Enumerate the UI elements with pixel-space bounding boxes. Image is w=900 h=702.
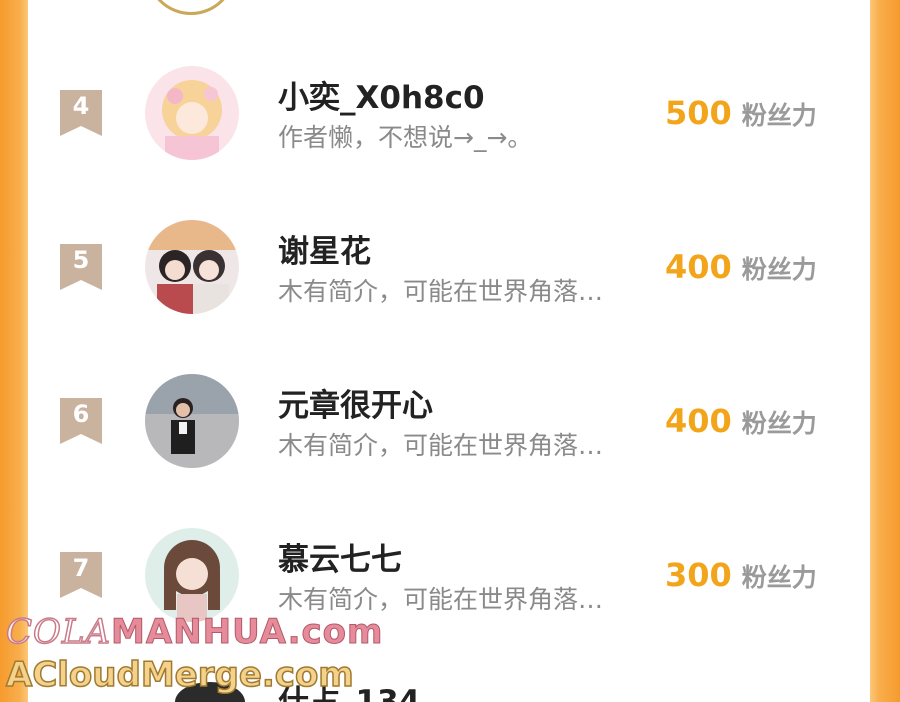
user-avatar[interactable] xyxy=(145,528,239,622)
rank-badge: 4 xyxy=(60,90,102,136)
watermark-acloudmerge: ACloudMerge.com xyxy=(5,654,354,696)
rank-number: 7 xyxy=(72,554,90,582)
user-name[interactable]: 元章很开心 xyxy=(278,380,433,425)
leaderboard-row-4[interactable]: 4 小奕_X0h8c0 作者懒，不想说→_→。 500 粉丝力 xyxy=(28,66,870,186)
user-name[interactable]: 谢星花 xyxy=(278,226,371,271)
score-unit: 粉丝力 xyxy=(741,409,817,438)
user-name[interactable]: 小奕_X0h8c0 xyxy=(278,72,485,117)
watermark-part1: COLA xyxy=(5,611,112,653)
user-avatar[interactable] xyxy=(145,374,239,468)
score-value: 400 xyxy=(665,248,732,286)
rank-badge: 6 xyxy=(60,398,102,444)
fan-power-score: 500 粉丝力 xyxy=(665,94,817,132)
fan-power-score: 400 粉丝力 xyxy=(665,402,817,440)
rank-badge: 7 xyxy=(60,552,102,598)
fan-power-score: 400 粉丝力 xyxy=(665,248,817,286)
user-bio: 木有简介，可能在世界角落… xyxy=(278,277,604,306)
user-bio: 木有简介，可能在世界角落… xyxy=(278,585,604,614)
rank-number: 5 xyxy=(72,246,90,274)
rank-badge: 5 xyxy=(60,244,102,290)
leaderboard-row-5[interactable]: 5 谢星花 木有简介，可能在世界角落… 400 粉丝力 xyxy=(28,220,870,340)
score-unit: 粉丝力 xyxy=(741,563,817,592)
rank-number: 4 xyxy=(72,92,90,120)
rank-number: 6 xyxy=(72,400,90,428)
user-bio: 作者懒，不想说→_→。 xyxy=(278,123,533,152)
score-unit: 粉丝力 xyxy=(741,255,817,284)
watermark-colamanhua: COLAMANHUA.com xyxy=(5,611,384,653)
left-orange-frame xyxy=(0,0,28,702)
user-bio: 木有简介，可能在世界角落… xyxy=(278,431,604,460)
fan-power-score: 300 粉丝力 xyxy=(665,556,817,594)
score-unit: 粉丝力 xyxy=(741,101,817,130)
leaderboard-row-6[interactable]: 6 元章很开心 木有简介，可能在世界角落… 400 粉丝力 xyxy=(28,374,870,494)
score-value: 500 xyxy=(665,94,732,132)
watermark-part2: MANHUA.com xyxy=(111,612,384,653)
user-avatar[interactable] xyxy=(145,66,239,160)
right-orange-frame xyxy=(870,0,900,702)
score-value: 400 xyxy=(665,402,732,440)
score-value: 300 xyxy=(665,556,732,594)
user-avatar[interactable] xyxy=(145,220,239,314)
user-name[interactable]: 慕云七七 xyxy=(278,534,402,579)
